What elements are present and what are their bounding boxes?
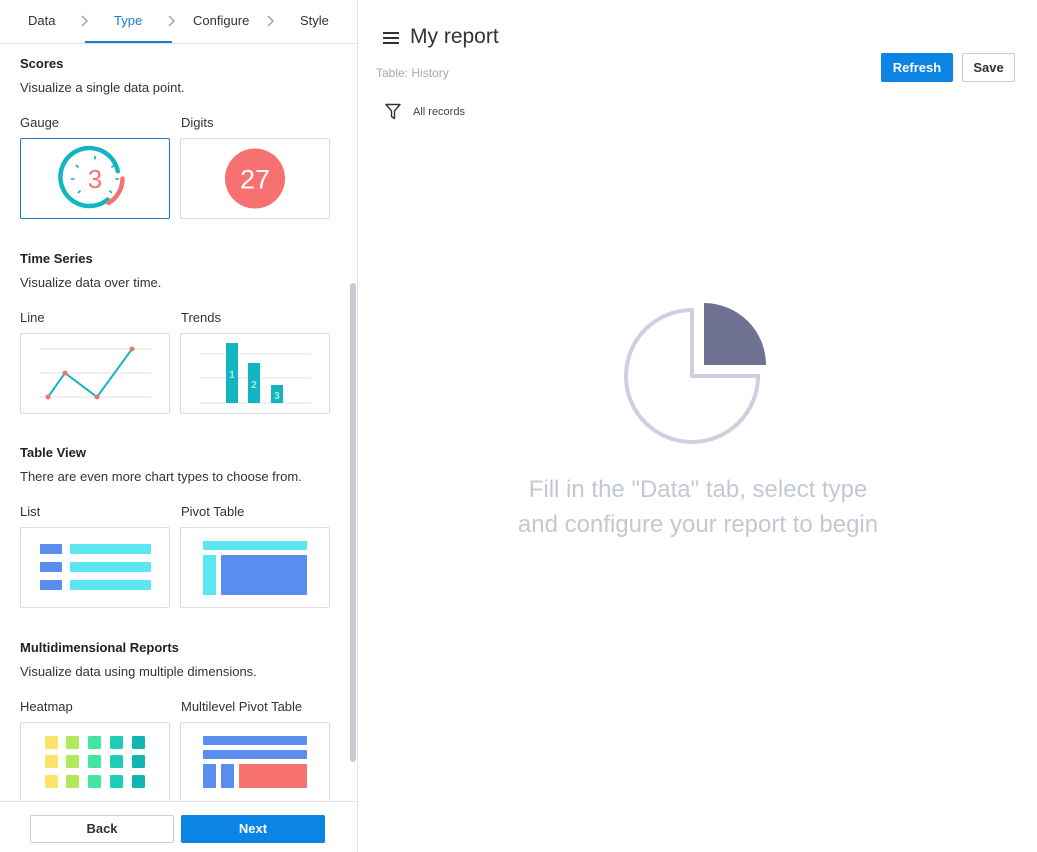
card-label-heatmap: Heatmap: [20, 699, 73, 714]
hamburger-menu-icon[interactable]: [383, 31, 399, 45]
empty-state-message: Fill in the "Data" tab, select type and …: [418, 472, 978, 542]
report-builder: Data Type Configure Style Scores Visuali…: [0, 0, 1037, 852]
digits-value: 27: [240, 165, 270, 195]
next-button[interactable]: Next: [181, 815, 325, 843]
filter-label[interactable]: All records: [413, 106, 465, 118]
card-label-gauge: Gauge: [20, 115, 60, 130]
card-label-digits: Digits: [181, 115, 214, 130]
chart-type-gauge-card[interactable]: 3: [20, 138, 170, 219]
chart-type-trends-card[interactable]: 1 2 3: [180, 333, 330, 414]
card-label-trends: Trends: [181, 310, 221, 325]
chevron-right-icon: [81, 15, 88, 27]
section-title-table-view: Table View: [20, 445, 86, 460]
empty-state-line: Fill in the "Data" tab, select type: [528, 476, 868, 503]
section-desc-time-series: Visualize data over time.: [20, 275, 162, 290]
card-label-pivot-table: Pivot Table: [181, 504, 245, 519]
chart-type-multilevel-pivot-card[interactable]: [180, 722, 330, 801]
section-title-multidimensional: Multidimensional Reports: [20, 640, 179, 655]
pivot-table-preview-icon: [203, 541, 307, 595]
multilevel-pivot-preview-icon: [203, 736, 307, 788]
section-title-time-series: Time Series: [20, 251, 93, 266]
scrollbar-thumb[interactable]: [350, 283, 356, 762]
chart-type-list-card[interactable]: [20, 527, 170, 608]
save-button[interactable]: Save: [962, 53, 1015, 82]
step-type[interactable]: Type: [114, 0, 142, 44]
filter-icon[interactable]: [385, 103, 401, 120]
heatmap-preview-icon: [45, 736, 145, 788]
card-label-list: List: [20, 504, 41, 519]
chart-type-pivot-table-card[interactable]: [180, 527, 330, 608]
step-configure[interactable]: Configure: [193, 0, 249, 44]
report-title[interactable]: My report: [410, 25, 499, 49]
step-style[interactable]: Style: [300, 0, 329, 44]
chart-type-heatmap-card[interactable]: [20, 722, 170, 801]
chart-type-line-card[interactable]: [20, 333, 170, 414]
wizard-panel: Data Type Configure Style Scores Visuali…: [0, 0, 358, 852]
digits-preview-icon: 27: [225, 148, 285, 209]
section-title-scores: Scores: [20, 56, 64, 71]
chart-type-list[interactable]: Scores Visualize a single data point. Ga…: [0, 45, 357, 801]
wizard-steps: Data Type Configure Style: [0, 0, 357, 44]
trend-bar-label: 2: [251, 380, 257, 391]
gauge-value: 3: [88, 164, 102, 194]
active-step-indicator: [85, 41, 172, 43]
section-desc-multidimensional: Visualize data using multiple dimensions…: [20, 664, 257, 679]
card-label-line: Line: [20, 310, 45, 325]
chevron-right-icon: [168, 15, 175, 27]
section-desc-table-view: There are even more chart types to choos…: [20, 469, 302, 484]
chevron-right-icon: [267, 15, 274, 27]
gauge-preview-icon: 3: [58, 145, 125, 209]
chart-type-digits-card[interactable]: 27: [180, 138, 330, 219]
back-button[interactable]: Back: [30, 815, 174, 843]
trend-bar-label: 3: [274, 391, 280, 402]
table-label: Table: History: [376, 66, 449, 80]
empty-state-line: and configure your report to begin: [517, 511, 879, 538]
list-preview-icon: [40, 544, 151, 590]
trends-preview-icon: 1 2 3: [200, 343, 311, 404]
refresh-button[interactable]: Refresh: [881, 53, 953, 82]
step-data[interactable]: Data: [28, 0, 55, 44]
trend-bar-label: 1: [229, 370, 235, 381]
card-label-multilevel-pivot: Multilevel Pivot Table: [181, 699, 303, 714]
pie-chart-placeholder-icon: [624, 303, 766, 444]
report-panel: My report Table: History Refresh Save Al…: [358, 0, 1037, 852]
section-desc-scores: Visualize a single data point.: [20, 80, 185, 95]
wizard-footer: Back Next: [0, 801, 357, 852]
line-chart-preview-icon: [40, 346, 151, 400]
